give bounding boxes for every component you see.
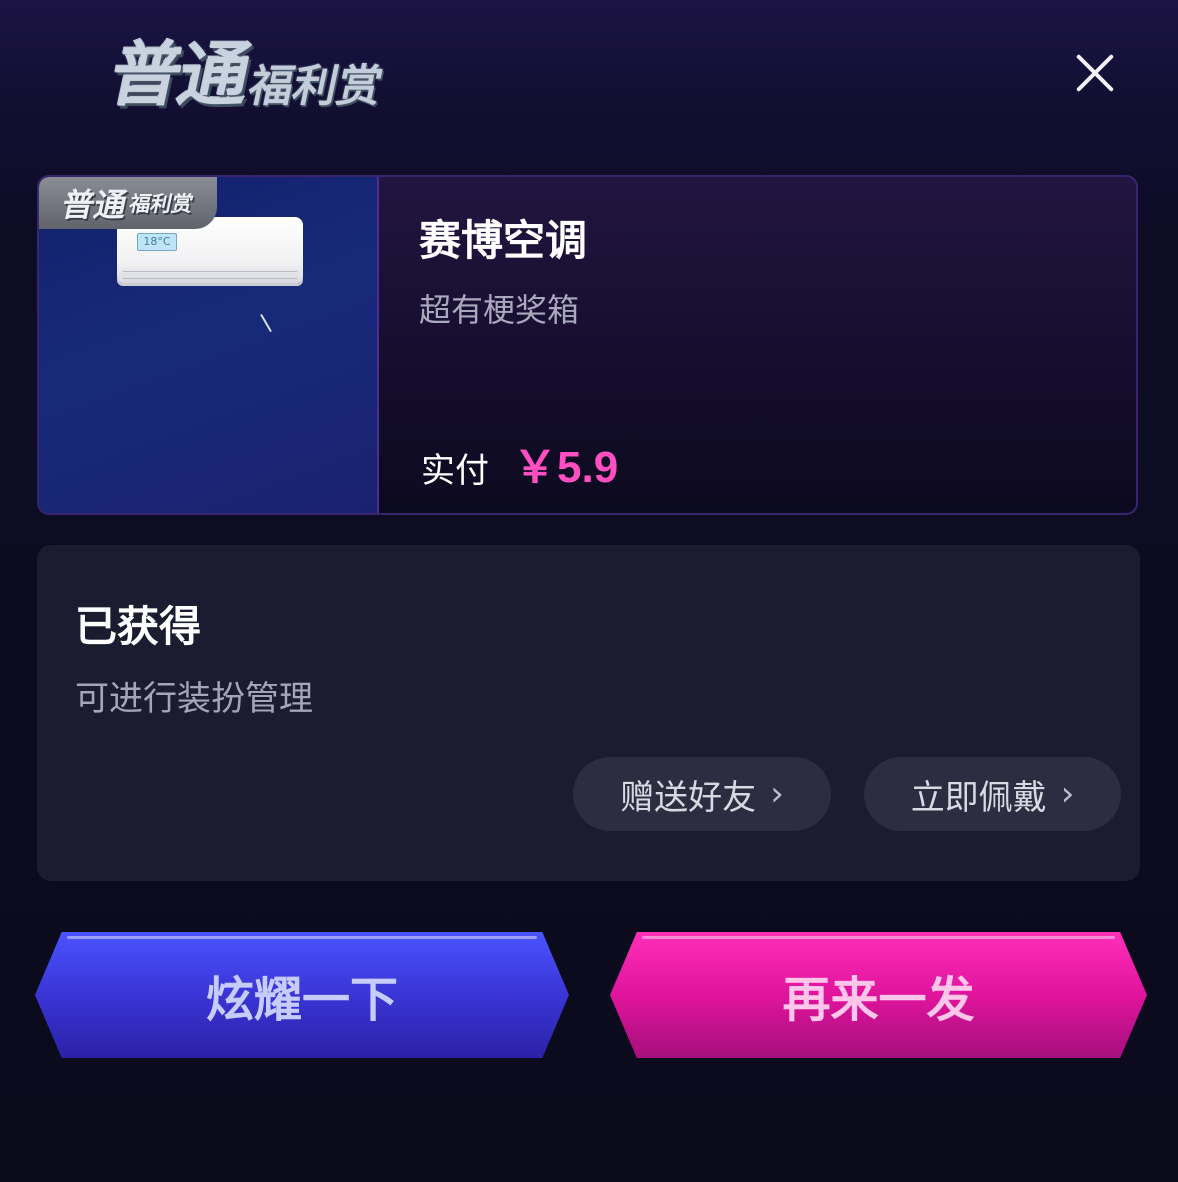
ac-vent xyxy=(123,271,297,279)
close-icon[interactable] xyxy=(1066,44,1124,102)
gift-friend-label: 赠送好友 xyxy=(620,777,757,818)
wear-now-button[interactable]: 立即佩戴 › xyxy=(864,757,1121,831)
ac-wire xyxy=(260,313,272,333)
button-highlight xyxy=(67,936,537,939)
price-value: ￥5.9 xyxy=(513,443,619,492)
show-off-button[interactable]: 炫耀一下 xyxy=(35,932,569,1058)
price-label: 实付 xyxy=(421,451,489,491)
gift-friend-button[interactable]: 赠送好友 › xyxy=(573,757,831,831)
chevron-right-icon: › xyxy=(770,774,784,814)
prize-name: 赛博空调 xyxy=(419,216,588,265)
owned-subtitle: 可进行装扮管理 xyxy=(75,679,313,719)
draw-again-label: 再来一发 xyxy=(782,972,975,1028)
button-highlight xyxy=(642,936,1115,939)
owned-title: 已获得 xyxy=(75,602,202,651)
prize-card: 18°C 普通 福利赏 赛博空调 超有梗奖箱 实付 ￥5.9 xyxy=(37,175,1138,515)
title-sub: 福利赏 xyxy=(244,61,387,112)
ac-display: 18°C xyxy=(137,233,177,251)
prize-tag-sub: 福利赏 xyxy=(126,192,195,216)
prize-tier-tag: 普通 福利赏 xyxy=(39,177,217,229)
prize-image: 18°C 普通 福利赏 xyxy=(39,177,379,513)
prize-subtitle: 超有梗奖箱 xyxy=(419,291,580,329)
wear-now-label: 立即佩戴 xyxy=(910,777,1047,818)
prize-tag-main: 普通 xyxy=(59,186,132,224)
chevron-right-icon: › xyxy=(1060,774,1075,814)
show-off-label: 炫耀一下 xyxy=(205,972,398,1028)
owned-card: 已获得 可进行装扮管理 赠送好友 › 立即佩戴 › xyxy=(37,545,1140,881)
page-title-logo: 普通 福利赏 xyxy=(102,30,393,120)
title-main: 普通 xyxy=(103,34,257,116)
draw-again-button[interactable]: 再来一发 xyxy=(610,932,1147,1058)
price-row: 实付 ￥5.9 xyxy=(421,431,618,495)
